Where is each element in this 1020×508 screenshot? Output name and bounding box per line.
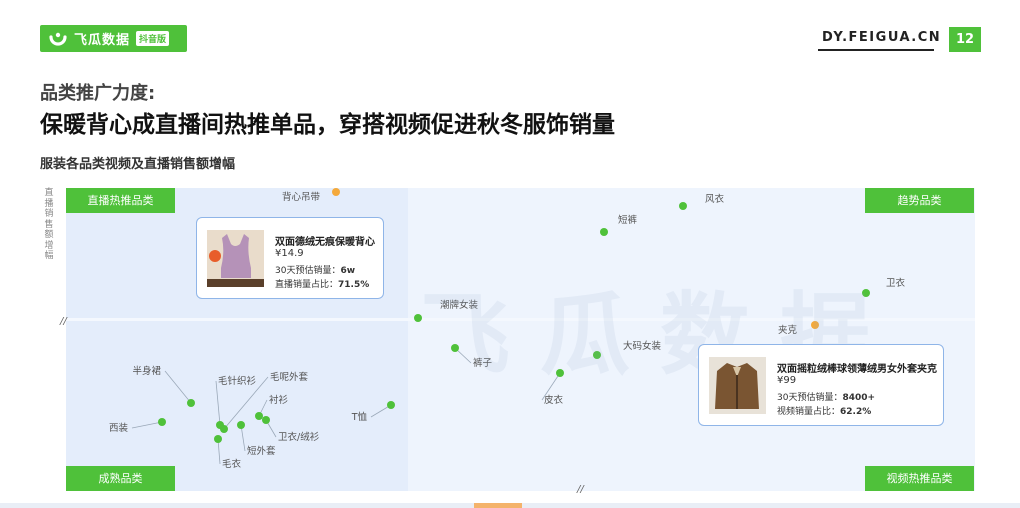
data-point[interactable]: [679, 202, 687, 210]
sales-estimate-value: 8400+: [842, 393, 876, 403]
channel-share: 直播销量占比：71.5%: [275, 277, 369, 290]
y-axis-label: 直播销售额增幅: [44, 188, 54, 261]
quadrant-label-bottom-right: 视频热推品类: [865, 466, 974, 491]
channel-share: 视频销量占比：62.2%: [777, 404, 871, 417]
data-point[interactable]: [262, 416, 270, 424]
data-label: 西装: [109, 422, 129, 434]
data-label: 毛呢外套: [270, 371, 309, 383]
data-point[interactable]: [387, 401, 395, 409]
data-label: 短外套: [247, 445, 276, 457]
data-point[interactable]: [158, 418, 166, 426]
footer-accent: [474, 503, 522, 508]
data-label: 毛衣: [222, 458, 242, 470]
data-point[interactable]: [332, 188, 340, 196]
data-point[interactable]: [600, 228, 608, 236]
product-image-vest: [207, 230, 264, 287]
data-point[interactable]: [220, 425, 228, 433]
x-axis-break: //: [577, 484, 584, 495]
data-label: 背心吊带: [282, 191, 321, 203]
data-label: 衬衫: [269, 394, 289, 406]
data-point[interactable]: [214, 435, 222, 443]
quadrant-label-top-right: 趋势品类: [865, 188, 974, 213]
data-label: 卫衣/绒衫: [278, 431, 320, 443]
product-price: ¥99: [777, 375, 797, 386]
sales-estimate-label: 30天预估销量：: [777, 393, 843, 403]
quadrant-label-bottom-left: 成熟品类: [66, 466, 175, 491]
data-label: 皮衣: [544, 394, 564, 406]
quadrant-label-top-left: 直播热推品类: [66, 188, 175, 213]
sales-estimate-label: 30天预估销量：: [275, 266, 341, 276]
data-point[interactable]: [187, 399, 195, 407]
product-card-vest[interactable]: 双面德绒无痕保暖背心 ¥14.9 30天预估销量：6w 直播销量占比：71.5%: [196, 217, 384, 299]
product-title: 双面德绒无痕保暖背心: [275, 237, 375, 248]
channel-share-value: 71.5%: [338, 280, 370, 290]
data-label: 半身裙: [132, 365, 161, 377]
product-title: 双面摇粒绒棒球领薄绒男女外套夹克: [777, 364, 937, 375]
sales-estimate: 30天预估销量：8400+: [777, 390, 875, 403]
data-label: 毛针织衫: [218, 375, 257, 387]
scatter-chart: 背心吊带 风衣短裤卫衣潮牌女装夹克大码女装裤子皮衣半身裙毛针织衫 毛呢外套衬衫卫衣/…: [66, 188, 975, 491]
sales-estimate-value: 6w: [340, 266, 356, 276]
data-point[interactable]: [255, 412, 263, 420]
channel-share-value: 62.2%: [840, 407, 872, 417]
product-card-jacket[interactable]: 双面摇粒绒棒球领薄绒男女外套夹克 ¥99 30天预估销量：8400+ 视频销量占…: [698, 344, 944, 426]
data-label: 风衣: [705, 193, 725, 205]
data-label: T恤: [351, 411, 368, 423]
product-image-jacket: [709, 357, 766, 414]
sales-estimate: 30天预估销量：6w: [275, 263, 355, 276]
channel-share-label: 直播销量占比：: [275, 280, 339, 290]
channel-share-label: 视频销量占比：: [777, 407, 841, 417]
data-label: 短裤: [618, 214, 638, 226]
product-price: ¥14.9: [275, 248, 304, 259]
data-point[interactable]: [237, 421, 245, 429]
y-axis-break: //: [60, 316, 67, 327]
